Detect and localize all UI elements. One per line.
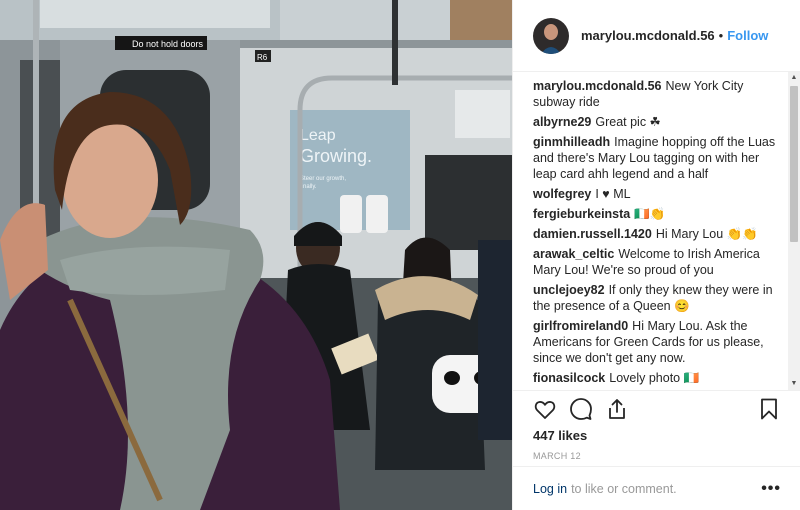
speech-bubble-icon[interactable] (569, 397, 593, 421)
comment-item: fergieburkeinsta 🇮🇪👏 (533, 206, 779, 222)
comment-username[interactable]: arawak_celtic (533, 247, 614, 261)
subway-photo: Do not hold doors R6 Leap Growing. Steer… (0, 0, 512, 510)
post-actions: 447 likes MARCH 12 (513, 390, 800, 476)
avatar[interactable] (533, 17, 569, 54)
post-side-panel: marylou.mcdonald.56 • Follow marylou.mcd… (512, 0, 800, 510)
comment-username[interactable]: fionasilcock (533, 371, 605, 385)
comment-text: 🇮🇪👏 (634, 207, 666, 221)
ceiling-ad (450, 0, 512, 44)
scroll-up-arrow-icon[interactable]: ▲ (788, 72, 800, 84)
comment-item: ginmhilleadh Imagine hopping off the Luas… (533, 134, 779, 182)
comment-item: arawak_celtic Welcome to Irish America Ma… (533, 246, 779, 278)
login-bar: Log in to like or comment. ••• (513, 466, 800, 510)
comment-username[interactable]: fergieburkeinsta (533, 207, 630, 221)
comment-username[interactable]: damien.russell.1420 (533, 227, 652, 241)
comment-username[interactable]: wolfegrey (533, 187, 591, 201)
comment-text: Great pic ☘ (595, 115, 661, 129)
instagram-post: Do not hold doors R6 Leap Growing. Steer… (0, 0, 800, 510)
svg-text:Leap: Leap (300, 127, 336, 144)
header-separator: • (718, 28, 724, 43)
likes-count[interactable]: 447 likes (533, 428, 781, 443)
caption: marylou.mcdonald.56 New York City subway … (533, 78, 779, 110)
comment-item: girlfromireland0 Hi Mary Lou. Ask the Ame… (533, 318, 779, 366)
comment-text: Hi Mary Lou 👏👏 (655, 227, 758, 241)
car-number: R6 (257, 53, 268, 62)
comment-item: fionasilcock Lovely photo 🇮🇪 (533, 370, 779, 386)
action-icons (533, 391, 781, 427)
comment-username[interactable]: ginmhilleadh (533, 135, 610, 149)
heart-icon[interactable] (533, 397, 557, 421)
login-link[interactable]: Log in (533, 482, 567, 496)
comment-username[interactable]: unclejoey82 (533, 283, 605, 297)
share-icon[interactable] (605, 397, 629, 421)
door-sign-text: Do not hold doors (132, 39, 204, 49)
comment-text: I ♥ ML (595, 187, 631, 201)
header-username[interactable]: marylou.mcdonald.56 (581, 28, 715, 43)
svg-text:Growing.: Growing. (300, 146, 372, 166)
comment-username[interactable]: girlfromireland0 (533, 319, 628, 333)
comment-item: albyrne29 Great pic ☘ (533, 114, 779, 130)
post-header: marylou.mcdonald.56 • Follow (513, 0, 800, 72)
comment-item: wolfegrey I ♥ ML (533, 186, 779, 202)
comment-item: damien.russell.1420 Hi Mary Lou 👏👏 (533, 226, 779, 242)
login-prompt-text: to like or comment. (571, 481, 677, 496)
comments-scrollbar[interactable]: ▲ ▼ (788, 72, 800, 390)
more-options-button[interactable]: ••• (761, 480, 781, 498)
bookmark-icon[interactable] (757, 397, 781, 421)
svg-text:Steer our growth,: Steer our growth, (300, 176, 346, 182)
scrollbar-thumb[interactable] (790, 86, 798, 242)
comment-username[interactable]: albyrne29 (533, 115, 591, 129)
post-date[interactable]: MARCH 12 (533, 451, 781, 461)
profile-picture (533, 17, 569, 54)
comment-item: unclejoey82 If only they knew they were i… (533, 282, 779, 314)
comment-text: Lovely photo 🇮🇪 (609, 371, 700, 385)
caption-username[interactable]: marylou.mcdonald.56 (533, 79, 662, 93)
scroll-down-arrow-icon[interactable]: ▼ (788, 378, 800, 390)
post-photo[interactable]: Do not hold doors R6 Leap Growing. Steer… (0, 0, 512, 510)
svg-text:finally.: finally. (300, 184, 317, 190)
follow-button[interactable]: Follow (727, 28, 768, 43)
comments-list: marylou.mcdonald.56 New York City subway … (513, 72, 800, 390)
